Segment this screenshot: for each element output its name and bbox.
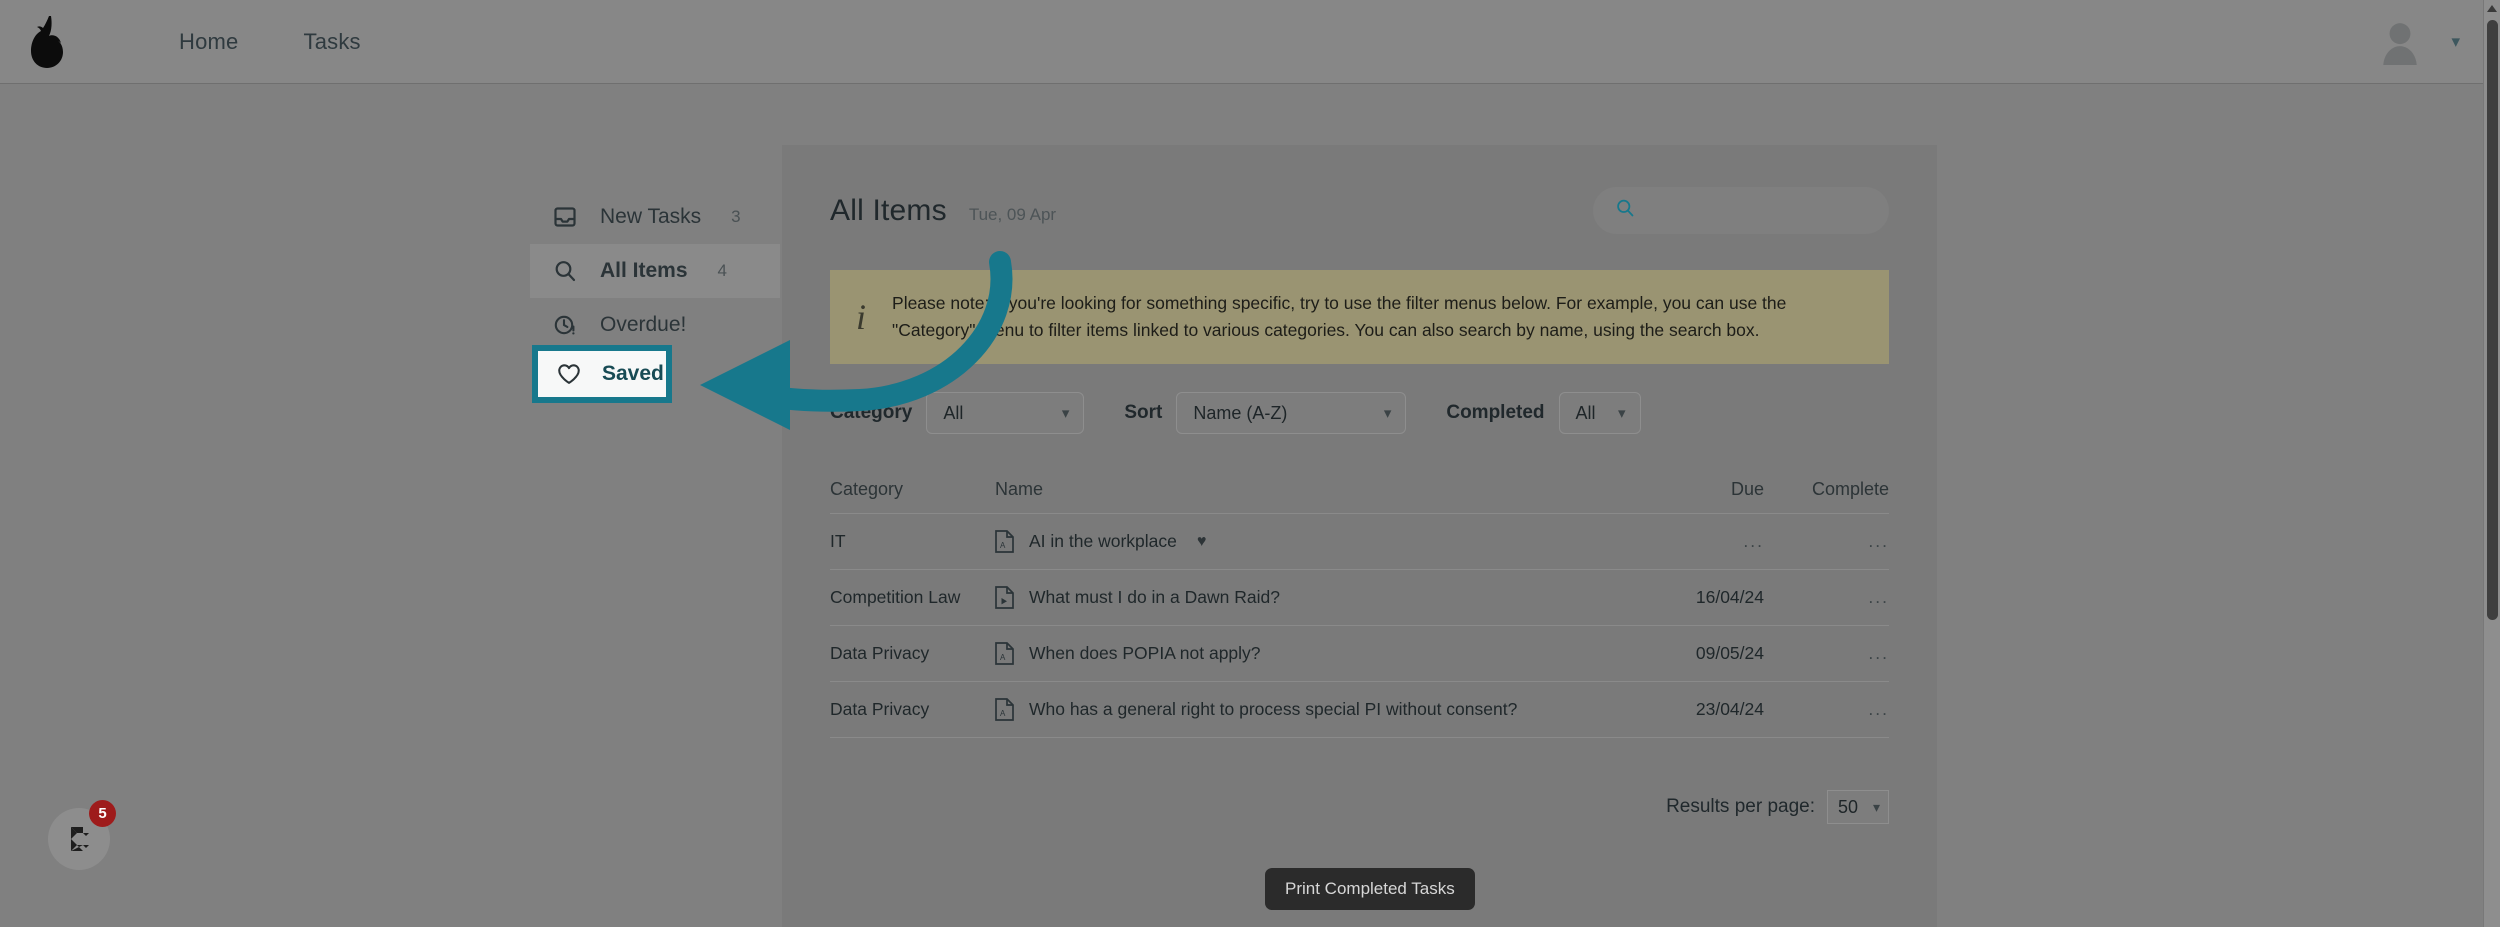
info-notice-text: Please note: If you're looking for somet… <box>892 293 1787 341</box>
row-name[interactable]: What must I do in a Dawn Raid? <box>1029 587 1280 608</box>
filter-bar: Category All ▾ Sort Name (A-Z) ▾ Complet… <box>830 392 1889 435</box>
sort-filter-value: Name (A-Z) <box>1193 402 1288 423</box>
sidebar-item-label: Saved <box>602 362 664 385</box>
table-row[interactable]: Data Privacy A When does POPIA not apply… <box>830 626 1889 683</box>
page-root: Home Tasks ▾ New Tasks 3 All Items 4 Ove… <box>0 0 2500 927</box>
nav-link-tasks[interactable]: Tasks <box>304 29 361 55</box>
svg-text:A: A <box>1000 541 1006 550</box>
pear-logo-icon[interactable] <box>22 12 74 72</box>
svg-text:A: A <box>1000 709 1006 718</box>
main-content-panel: All Items Tue, 09 Apr i Please note: If … <box>782 145 1937 927</box>
results-per-page-value: 50 <box>1838 796 1859 817</box>
pdf-document-icon: A <box>995 641 1015 666</box>
chevron-down-icon: ▾ <box>1061 405 1070 423</box>
pdf-document-icon: A <box>995 697 1015 722</box>
nav-link-home[interactable]: Home <box>179 29 239 55</box>
scrollbar-thumb[interactable] <box>2487 20 2498 620</box>
top-bar-user-area: ▾ <box>2379 19 2460 65</box>
row-category: IT <box>830 531 846 552</box>
column-header-complete: Complete <box>1811 479 1889 500</box>
row-category: Competition Law <box>830 587 961 608</box>
info-notice-banner: i Please note: If you're looking for som… <box>830 270 1889 365</box>
scrollbar-up-arrow-icon[interactable] <box>2487 5 2497 12</box>
sidebar-item-label: All Items <box>600 259 688 282</box>
search-icon <box>1615 198 1635 223</box>
completed-filter-value: All <box>1575 402 1596 423</box>
row-due: 23/04/24 <box>1695 699 1764 720</box>
chat-logo-icon <box>71 827 89 851</box>
row-name-cell: What must I do in a Dawn Raid? <box>995 585 1644 610</box>
completed-filter-select[interactable]: All ▾ <box>1558 392 1641 435</box>
sidebar-item-label: New Tasks <box>600 205 702 228</box>
info-icon: i <box>856 297 867 338</box>
column-header-due: Due <box>1730 479 1764 500</box>
sidebar-item-overdue[interactable]: Overdue! <box>530 298 780 352</box>
table-row[interactable]: Data Privacy A Who has a general right t… <box>830 682 1889 739</box>
chat-support-widget[interactable]: 5 <box>48 800 116 870</box>
items-table: Category Name Due Complete IT A AI in th… <box>830 466 1889 739</box>
chevron-down-icon[interactable]: ▾ <box>2451 32 2460 52</box>
row-category: Data Privacy <box>830 699 930 720</box>
video-document-icon <box>995 585 1015 610</box>
pdf-document-icon: A <box>995 529 1015 554</box>
panel-header: All Items Tue, 09 Apr <box>782 145 1937 234</box>
top-nav-links: Home Tasks <box>179 29 361 55</box>
row-complete[interactable]: ... <box>1764 531 1889 552</box>
sidebar-item-saved[interactable]: Saved <box>532 345 672 403</box>
sidebar-item-count: 4 <box>717 261 727 280</box>
clock-alert-icon <box>552 312 578 338</box>
category-filter-value: All <box>943 402 964 423</box>
row-complete[interactable]: ... <box>1764 699 1889 720</box>
search-input[interactable] <box>1649 200 1859 221</box>
saved-heart-icon[interactable]: ♥ <box>1197 533 1207 551</box>
row-name-cell: A When does POPIA not apply? <box>995 641 1644 666</box>
results-per-page-select[interactable]: 50 ▾ <box>1827 790 1889 825</box>
results-per-page-label: Results per page: <box>1666 796 1815 818</box>
column-header-category: Category <box>830 479 904 500</box>
search-box[interactable] <box>1593 187 1889 234</box>
chevron-down-icon: ▾ <box>1383 405 1392 423</box>
chevron-down-icon: ▾ <box>1872 798 1880 815</box>
row-name[interactable]: Who has a general right to process speci… <box>1029 699 1517 720</box>
row-name-cell: A Who has a general right to process spe… <box>995 697 1644 722</box>
row-name[interactable]: AI in the workplace <box>1029 531 1177 552</box>
row-complete[interactable]: ... <box>1764 587 1889 608</box>
heart-outline-icon <box>556 361 582 387</box>
current-date: Tue, 09 Apr <box>968 204 1057 224</box>
search-icon <box>552 258 578 284</box>
page-title: All Items <box>830 193 947 227</box>
top-navigation-bar: Home Tasks ▾ <box>0 0 2500 84</box>
sidebar-item-new-tasks[interactable]: New Tasks 3 <box>530 190 780 244</box>
column-header-name: Name <box>995 479 1044 500</box>
inbox-icon <box>552 204 578 230</box>
sidebar-item-count: 3 <box>731 207 741 226</box>
row-complete[interactable]: ... <box>1764 643 1889 664</box>
chat-unread-badge: 5 <box>89 800 116 827</box>
avatar-icon[interactable] <box>2379 19 2421 65</box>
row-name-cell: A AI in the workplace ♥ <box>995 529 1644 554</box>
row-category: Data Privacy <box>830 643 930 664</box>
chevron-down-icon: ▾ <box>1618 405 1626 423</box>
page-scrollbar[interactable] <box>2483 0 2500 927</box>
sort-filter-label: Sort <box>1124 402 1163 424</box>
svg-text:A: A <box>1000 653 1006 662</box>
row-name[interactable]: When does POPIA not apply? <box>1029 643 1261 664</box>
sort-filter-select[interactable]: Name (A-Z) ▾ <box>1176 392 1407 435</box>
sidebar-item-all-items[interactable]: All Items 4 <box>530 244 780 298</box>
table-header-row: Category Name Due Complete <box>830 466 1889 515</box>
table-row[interactable]: Competition Law What must I do in a Dawn… <box>830 570 1889 627</box>
row-due: 09/05/24 <box>1695 643 1764 664</box>
category-filter-label: Category <box>830 402 913 424</box>
sidebar-item-label: Overdue! <box>600 313 687 336</box>
category-filter-select[interactable]: All ▾ <box>926 392 1085 435</box>
table-row[interactable]: IT A AI in the workplace ♥ ... ... <box>830 514 1889 571</box>
row-due: ... <box>1743 531 1764 552</box>
completed-filter-label: Completed <box>1446 402 1545 424</box>
results-per-page-row: Results per page: 50 ▾ <box>830 790 1889 825</box>
print-completed-tasks-tooltip: Print Completed Tasks <box>1265 868 1475 910</box>
row-due: 16/04/24 <box>1695 587 1764 608</box>
